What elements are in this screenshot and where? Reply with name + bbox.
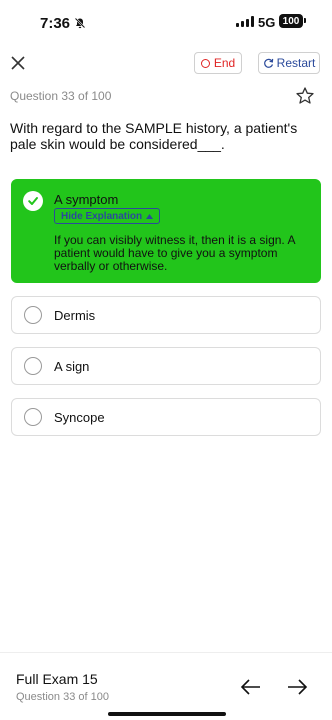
question-counter: Question 33 of 100 <box>10 89 112 103</box>
explanation-text: If you can visibly witness it, then it i… <box>54 233 295 273</box>
answer-label: A symptom <box>54 192 119 207</box>
radio-button[interactable] <box>24 357 42 375</box>
restart-button[interactable]: Restart <box>258 52 320 74</box>
arrow-right-icon <box>288 679 308 695</box>
answer-label: A sign <box>54 359 90 374</box>
question-text: With regard to the SAMPLE history, a pat… <box>10 120 298 152</box>
answer-label: Syncope <box>54 410 105 425</box>
restart-label: Restart <box>276 56 316 70</box>
bell-muted-icon <box>74 16 86 34</box>
previous-question-button[interactable] <box>240 678 262 701</box>
status-time: 7:36 <box>40 15 71 32</box>
star-icon <box>296 87 314 104</box>
signal-icon <box>236 16 254 27</box>
footer-bar: Full Exam 15 Question 33 of 100 <box>0 652 332 720</box>
hide-explanation-button[interactable]: Hide Explanation <box>54 208 161 224</box>
answer-label: Dermis <box>54 308 96 323</box>
footer-question-counter: Question 33 of 100 <box>16 691 109 703</box>
next-question-button[interactable] <box>286 678 308 701</box>
arrow-left-icon <box>240 679 260 695</box>
battery-tip <box>304 18 306 23</box>
exam-title: Full Exam 15 <box>16 671 98 687</box>
close-button[interactable] <box>8 53 28 73</box>
battery-icon: 100 <box>279 14 303 28</box>
radio-button[interactable] <box>24 306 42 324</box>
stop-circle-icon <box>200 58 210 68</box>
caret-up-icon <box>146 211 154 222</box>
status-bar: 7:36 5G 100 <box>0 0 332 44</box>
answer-option-correct[interactable]: A symptom Hide Explanation If you can vi… <box>11 179 321 283</box>
end-label: End <box>213 56 236 70</box>
check-icon <box>23 191 43 211</box>
bookmark-star-button[interactable] <box>295 86 315 111</box>
home-indicator <box>108 712 226 716</box>
answer-option[interactable]: Dermis <box>11 296 321 334</box>
close-icon <box>11 56 25 70</box>
restart-icon <box>263 58 273 68</box>
answer-option[interactable]: Syncope <box>11 398 321 436</box>
network-type: 5G <box>258 15 276 30</box>
answer-option[interactable]: A sign <box>11 347 321 385</box>
hide-explanation-label: Hide Explanation <box>61 210 143 222</box>
end-button[interactable]: End <box>194 52 242 74</box>
radio-button[interactable] <box>24 408 42 426</box>
